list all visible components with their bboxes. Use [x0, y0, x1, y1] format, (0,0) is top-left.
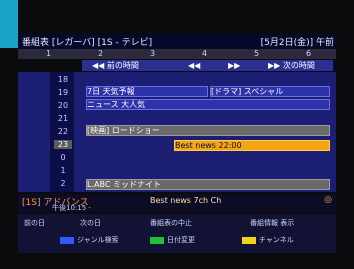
program-cell-selected[interactable]: Best news 22:00: [174, 140, 330, 151]
channel-tab-2[interactable]: 2: [98, 49, 103, 59]
time-label: 20: [57, 101, 69, 110]
program-cell[interactable]: [ドラマ] スペシャル: [210, 86, 330, 97]
date-change-button[interactable]: 日付変更: [150, 236, 195, 245]
prev-day-button[interactable]: 前の日: [24, 219, 45, 228]
channel-tab-3[interactable]: 3: [150, 49, 155, 59]
channel-tab-6[interactable]: 6: [306, 49, 311, 59]
prev-time-button[interactable]: ◀◀ 前の時間: [92, 60, 139, 71]
time-label: 18: [57, 75, 69, 84]
time-label: 1: [60, 166, 66, 175]
time-label: 21: [57, 114, 69, 123]
program-info-button[interactable]: 番組情報 表示: [250, 219, 294, 228]
date-change-label: 日付変更: [167, 236, 195, 244]
yellow-key-icon: [242, 236, 256, 244]
guide-title: 番組表 [レガーバ] [1S - テレビ]: [22, 38, 153, 48]
channel-tab-4[interactable]: 4: [202, 49, 207, 59]
info-icon: ◎: [324, 195, 332, 205]
channel-tab-1[interactable]: 1: [46, 49, 51, 59]
guide-datetime: [5月2日(金)] 午前: [260, 38, 334, 48]
app-logo: [0, 0, 18, 48]
program-cell[interactable]: [映画] ロードショー: [86, 125, 330, 136]
info-time: 午後10:15 -: [52, 204, 91, 212]
genre-search-button[interactable]: ジャンル検索: [60, 236, 119, 245]
close-guide-button[interactable]: 番組表の中止: [150, 219, 192, 228]
program-cell[interactable]: ニュース 大人気: [86, 99, 330, 110]
genre-search-label: ジャンル検索: [77, 236, 119, 244]
next-time-button[interactable]: ▶▶ 次の時間: [268, 60, 315, 71]
program-cell[interactable]: 7日 天気予報: [86, 86, 208, 97]
time-label: 0: [60, 153, 66, 162]
green-key-icon: [150, 236, 164, 244]
info-program: Best news 7ch Ch: [150, 196, 222, 205]
nav-right-button[interactable]: ▶▶: [228, 60, 240, 71]
program-cell[interactable]: L.ABC ミッドナイト: [86, 179, 330, 190]
nav-left-button[interactable]: ◀◀: [188, 60, 200, 71]
channel-label: チャンネル: [259, 236, 294, 244]
next-day-button[interactable]: 次の日: [80, 219, 101, 228]
time-label: 22: [57, 127, 69, 136]
channel-strip: [18, 49, 336, 59]
tv-guide-screen: 番組表 [レガーバ] [1S - テレビ] [5月2日(金)] 午前 1 2 3…: [0, 0, 354, 269]
time-label: 2: [60, 179, 66, 188]
time-label: 19: [57, 88, 69, 97]
channel-button[interactable]: チャンネル: [242, 236, 294, 245]
blue-key-icon: [60, 236, 74, 244]
time-label-selected: 23: [54, 140, 72, 149]
channel-tab-5[interactable]: 5: [254, 49, 259, 59]
